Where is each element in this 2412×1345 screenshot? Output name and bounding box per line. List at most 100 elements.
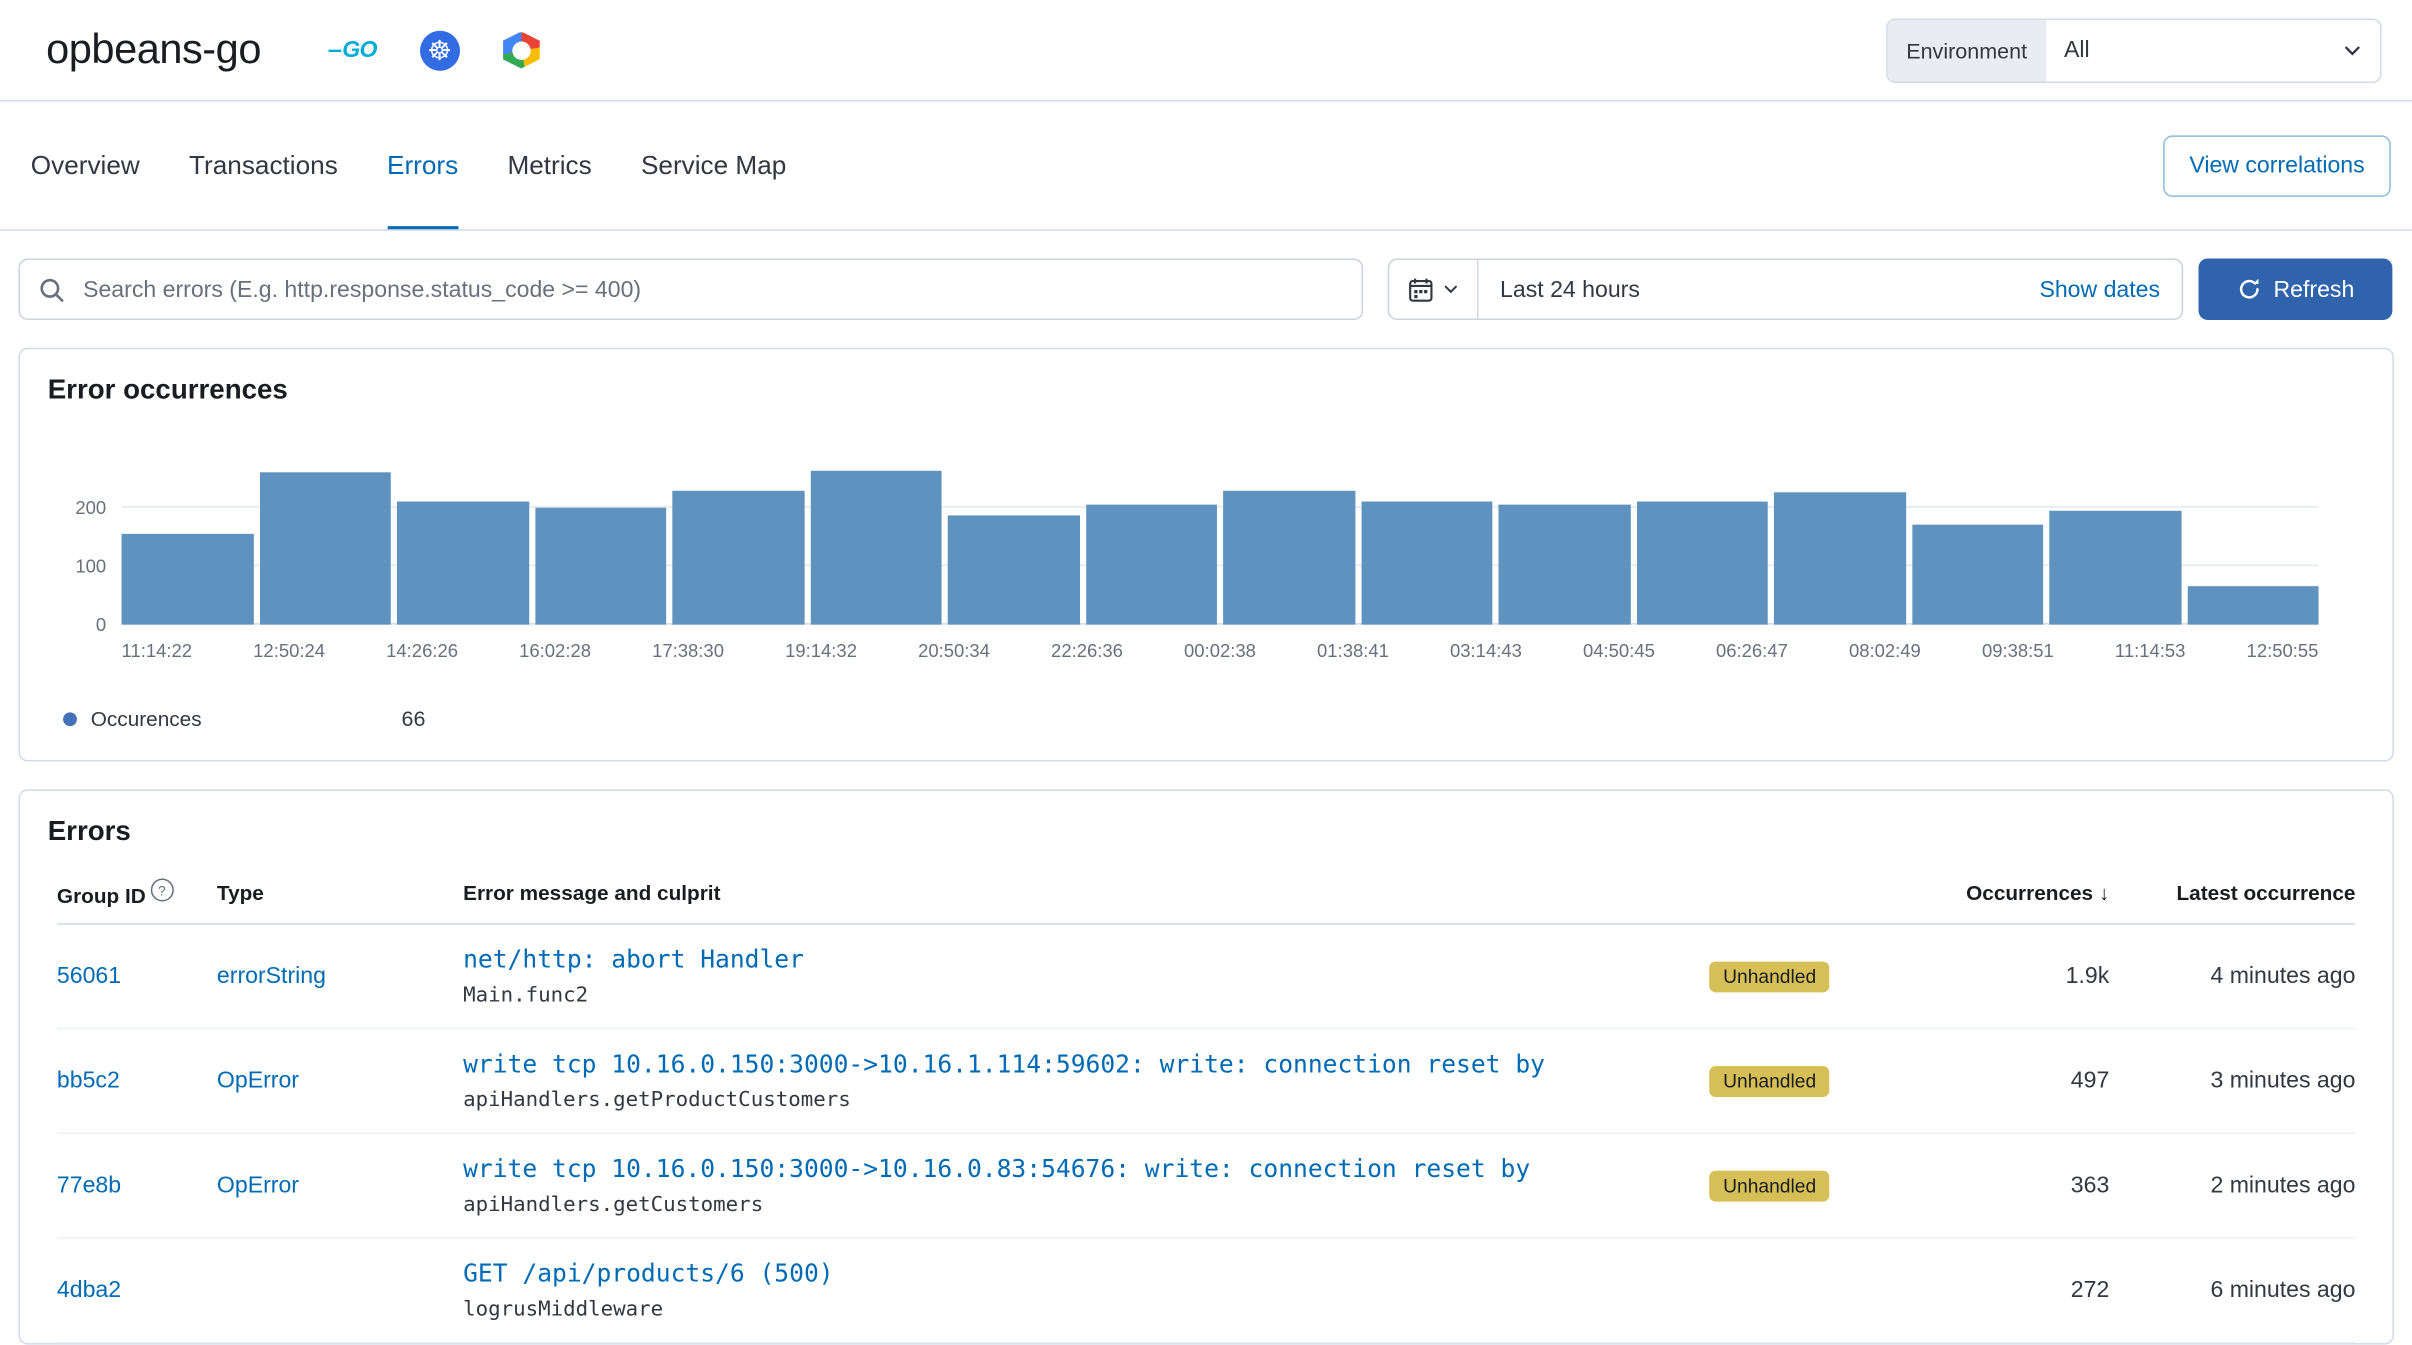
error-group-id-link[interactable]: 56061 xyxy=(57,962,121,988)
search-input[interactable] xyxy=(80,275,1343,304)
latest-occurrence-value: 2 minutes ago xyxy=(2109,1172,2355,1198)
x-axis-label: 01:38:41 xyxy=(1317,640,1389,662)
refresh-label: Refresh xyxy=(2273,276,2354,302)
x-axis-label: 00:02:38 xyxy=(1184,640,1256,662)
occurrences-bar[interactable] xyxy=(1636,502,1768,625)
occurrences-bar[interactable] xyxy=(259,472,391,624)
occurrences-bar[interactable] xyxy=(810,471,942,625)
error-group-id-link[interactable]: 4dba2 xyxy=(57,1276,121,1302)
error-table-row: 56061 errorString net/http: abort Handle… xyxy=(57,925,2356,1030)
occurrences-bar[interactable] xyxy=(1774,492,1906,624)
calendar-dropdown-button[interactable] xyxy=(1389,260,1478,318)
chevron-down-icon xyxy=(1443,282,1458,297)
error-table-row: 4dba2 GET /api/products/6 (500) logrusMi… xyxy=(57,1238,2356,1343)
x-axis-label: 17:38:30 xyxy=(652,640,724,662)
error-table-row: 77e8b OpError write tcp 10.16.0.150:3000… xyxy=(57,1134,2356,1239)
sort-desc-icon: ↓ xyxy=(2099,882,2109,905)
occurrences-bar[interactable] xyxy=(1085,505,1217,625)
refresh-button[interactable]: Refresh xyxy=(2199,258,2393,320)
tab-metrics[interactable]: Metrics xyxy=(507,102,591,230)
x-axis-label: 22:26:36 xyxy=(1051,640,1123,662)
occurrences-bar[interactable] xyxy=(1498,505,1630,625)
occurrences-value: 272 xyxy=(1894,1277,2109,1303)
error-message-link[interactable]: write tcp 10.16.0.150:3000->10.16.0.83:5… xyxy=(463,1154,1549,1183)
occurrences-bar[interactable] xyxy=(672,491,804,625)
column-latest-occurrence: Latest occurrence xyxy=(2109,882,2355,905)
error-type-link[interactable]: OpError xyxy=(217,1172,299,1198)
occurrences-bar[interactable] xyxy=(122,534,254,625)
y-axis-label: 0 xyxy=(96,614,106,636)
error-message-link[interactable]: GET /api/products/6 (500) xyxy=(463,1258,1549,1287)
error-type-link[interactable]: errorString xyxy=(217,962,326,988)
environment-select[interactable]: Environment All xyxy=(1886,18,2381,83)
unhandled-badge: Unhandled xyxy=(1709,1170,1830,1201)
query-bar: Last 24 hours Show dates Refresh xyxy=(0,231,2412,320)
time-range-value[interactable]: Last 24 hours xyxy=(1500,276,2039,302)
cloud-provider-icon xyxy=(503,32,540,69)
error-table-row: bb5c2 OpError write tcp 10.16.0.150:3000… xyxy=(57,1029,2356,1134)
search-icon xyxy=(38,276,64,302)
latest-occurrence-value: 4 minutes ago xyxy=(2109,963,2355,989)
tab-service-map[interactable]: Service Map xyxy=(641,102,786,230)
occurrences-bar[interactable] xyxy=(2187,586,2319,624)
errors-table: Group ID? Type Error message and culprit… xyxy=(57,869,2356,1343)
x-axis-label: 14:26:26 xyxy=(386,640,458,662)
x-axis-label: 04:50:45 xyxy=(1583,640,1655,662)
x-axis-label: 03:14:43 xyxy=(1450,640,1522,662)
errors-table-title: Errors xyxy=(48,815,2365,847)
x-axis-labels: 11:14:2212:50:2414:26:2616:02:2817:38:30… xyxy=(122,640,2319,662)
occurrences-value: 363 xyxy=(1894,1172,2109,1198)
occurrences-bar[interactable] xyxy=(2049,511,2181,625)
refresh-icon xyxy=(2237,277,2262,302)
error-culprit: apiHandlers.getCustomers xyxy=(463,1192,1709,1217)
occurrences-bar[interactable] xyxy=(1223,491,1355,625)
calendar-icon xyxy=(1408,276,1434,302)
service-tabs-nav: Overview Transactions Errors Metrics Service… xyxy=(0,102,2412,231)
occurrences-bar-chart: 0100200 xyxy=(122,443,2319,625)
unhandled-badge: Unhandled xyxy=(1709,1065,1830,1096)
go-agent-icon: GO xyxy=(329,37,377,63)
errors-table-panel: Errors Group ID? Type Error message and … xyxy=(18,789,2393,1344)
x-axis-label: 12:50:24 xyxy=(253,640,325,662)
help-icon[interactable]: ? xyxy=(150,878,173,901)
unhandled-badge: Unhandled xyxy=(1709,961,1830,992)
error-culprit: apiHandlers.getProductCustomers xyxy=(463,1088,1709,1113)
tab-overview[interactable]: Overview xyxy=(31,102,140,230)
column-occurrences-sort[interactable]: Occurrences↓ xyxy=(1894,882,2109,905)
error-message-link[interactable]: write tcp 10.16.0.150:3000->10.16.1.114:… xyxy=(463,1049,1549,1078)
occurrences-bar[interactable] xyxy=(535,508,667,625)
occurrences-bar[interactable] xyxy=(1361,502,1493,625)
tab-errors[interactable]: Errors xyxy=(387,102,458,230)
occurrences-bar[interactable] xyxy=(1912,525,2044,625)
date-picker: Last 24 hours Show dates xyxy=(1388,258,2183,320)
x-axis-label: 11:14:53 xyxy=(2115,640,2186,662)
apm-errors-page: opbeans-go GO ☸ Environment All Overview… xyxy=(0,0,2412,1338)
error-type-link[interactable]: OpError xyxy=(217,1067,299,1093)
show-dates-link[interactable]: Show dates xyxy=(2039,276,2160,302)
x-axis-label: 19:14:32 xyxy=(785,640,857,662)
latest-occurrence-value: 6 minutes ago xyxy=(2109,1277,2355,1303)
x-axis-label: 09:38:51 xyxy=(1982,640,2054,662)
error-message-link[interactable]: net/http: abort Handler xyxy=(463,945,1549,974)
legend-label: Occurences xyxy=(91,707,202,730)
error-group-id-link[interactable]: bb5c2 xyxy=(57,1067,120,1093)
occurrences-bar[interactable] xyxy=(397,502,529,625)
column-error-message: Error message and culprit xyxy=(463,882,1709,905)
error-group-id-link[interactable]: 77e8b xyxy=(57,1172,121,1198)
x-axis-label: 16:02:28 xyxy=(519,640,591,662)
error-culprit: logrusMiddleware xyxy=(463,1297,1709,1322)
tabs: Overview Transactions Errors Metrics Service… xyxy=(31,102,787,230)
y-axis-label: 100 xyxy=(75,555,106,577)
error-occurrences-panel: Error occurrences 0100200 11:14:2212:50:… xyxy=(18,348,2393,762)
tab-transactions[interactable]: Transactions xyxy=(189,102,338,230)
view-correlations-button[interactable]: View correlations xyxy=(2163,135,2391,197)
table-header-row: Group ID? Type Error message and culprit… xyxy=(57,869,2356,924)
occurrences-value: 497 xyxy=(1894,1068,2109,1094)
occurrences-value: 1.9k xyxy=(1894,963,2109,989)
chart-legend[interactable]: Occurences 66 xyxy=(63,705,2365,733)
latest-occurrence-value: 3 minutes ago xyxy=(2109,1068,2355,1094)
chart-title: Error occurrences xyxy=(48,374,2365,406)
legend-value: 66 xyxy=(402,706,426,731)
occurrences-bar[interactable] xyxy=(948,515,1080,624)
chevron-down-icon xyxy=(2343,41,2361,59)
